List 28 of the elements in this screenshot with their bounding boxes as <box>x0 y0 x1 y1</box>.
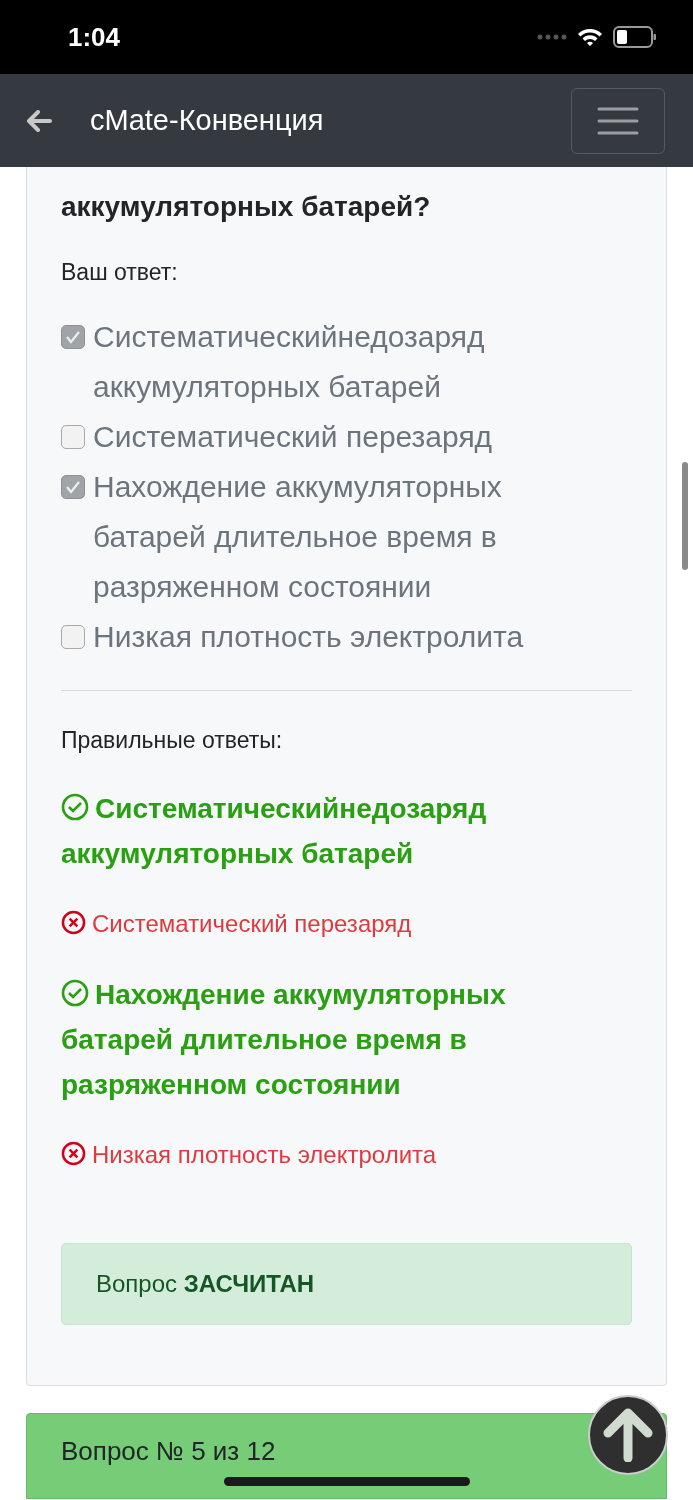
question-number-header: Вопрос № 5 из 12 <box>61 1436 276 1466</box>
app-title: cMate-Конвенция <box>90 104 325 137</box>
option-label: Низкая плотность электролита <box>93 619 524 655</box>
menu-icon <box>597 105 639 136</box>
wifi-icon <box>577 27 603 47</box>
checkbox[interactable] <box>61 325 85 349</box>
option-label: Систематическийнедозаряд аккумуляторных батарей <box>93 319 486 405</box>
checkbox[interactable] <box>61 425 85 449</box>
option-label: Нахождение аккумуляторных батарей длительное время в разряженном состоянии <box>93 469 503 605</box>
back-arrow-icon[interactable] <box>26 109 52 132</box>
wrong-answer: Систематический перезаряд <box>92 910 412 937</box>
checkbox[interactable] <box>61 475 85 499</box>
menu-button[interactable] <box>571 87 665 154</box>
checkmark-icon <box>65 330 81 344</box>
up-arrow-icon <box>603 1408 653 1462</box>
checkbox[interactable] <box>61 625 85 649</box>
option-label: Систематический перезаряд <box>93 419 493 455</box>
clock-time: 1:04 <box>68 21 122 53</box>
question-text: аккумуляторных батарей? <box>61 190 432 224</box>
correct-answers-heading: Правильные ответы: <box>61 727 284 754</box>
wrong-answer: Низкая плотность электролита <box>92 1141 437 1168</box>
checkmark-icon <box>65 480 81 494</box>
success-alert: Вопрос ЗАСЧИТАН <box>61 1243 632 1325</box>
answer-heading: Ваш ответ: <box>61 259 179 286</box>
correct-answer: Нахождение аккумуляторных батарей длительное время в разряженном состоянии <box>61 979 506 1100</box>
battery-icon <box>613 26 657 48</box>
signal-icon <box>537 34 567 40</box>
correct-answer: Систематическийнедозаряд аккумуляторных батарей <box>61 793 487 869</box>
